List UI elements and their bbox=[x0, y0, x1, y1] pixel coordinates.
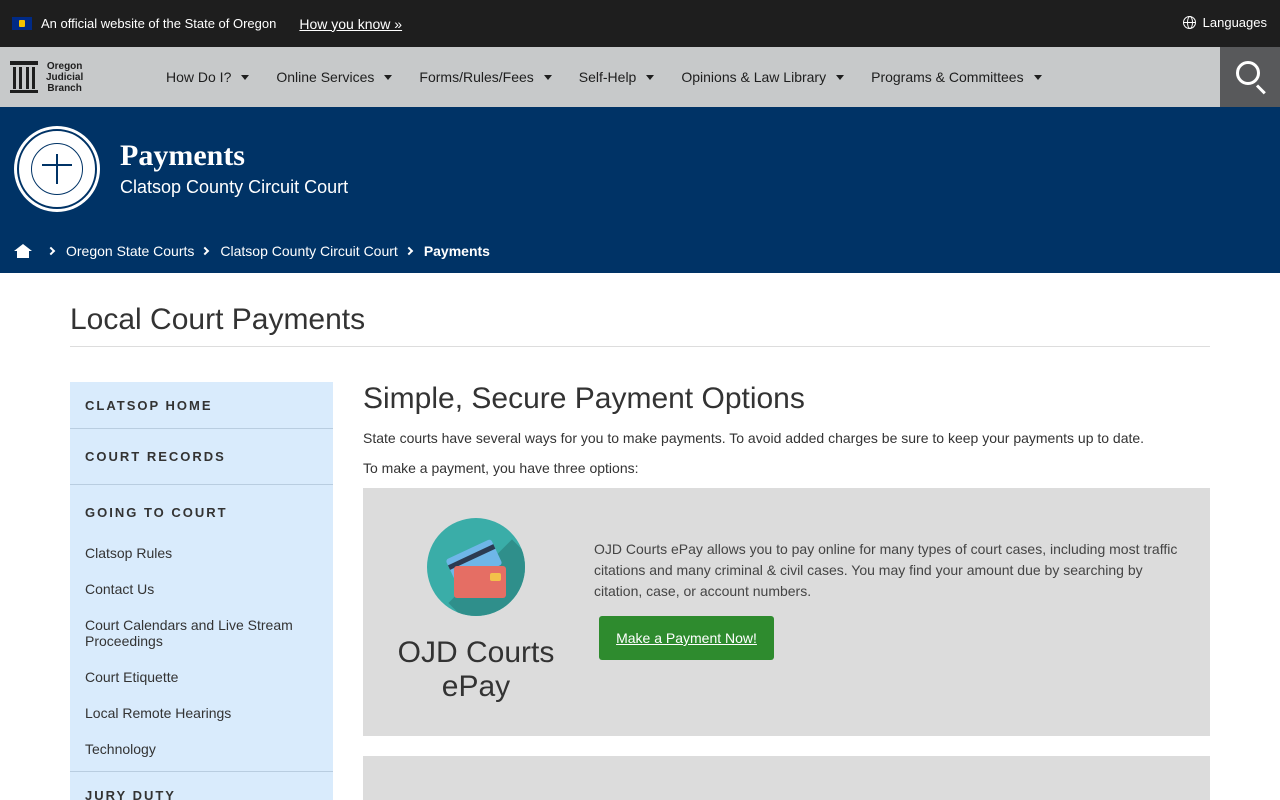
epay-description: OJD Courts ePay allows you to pay online… bbox=[594, 541, 1178, 599]
hero-subtitle: Clatsop County Circuit Court bbox=[120, 177, 349, 197]
main-navigation: Oregon Judicial Branch How Do I? Online … bbox=[0, 47, 1280, 107]
nav-opinions-law-library[interactable]: Opinions & Law Library bbox=[681, 69, 845, 85]
make-payment-button[interactable]: Make a Payment Now! bbox=[599, 616, 774, 660]
breadcrumb-oregon-state-courts[interactable]: Oregon State Courts bbox=[66, 243, 194, 259]
sidebar-link-technology[interactable]: Technology bbox=[70, 741, 333, 757]
epay-title: OJD Courts ePay bbox=[397, 636, 555, 703]
oregon-flag-icon bbox=[12, 17, 32, 30]
nav-forms-rules-fees[interactable]: Forms/Rules/Fees bbox=[419, 69, 552, 85]
sidebar-link-contact-us[interactable]: Contact Us bbox=[70, 581, 333, 597]
page-hero: Payments Clatsop County Circuit Court Or… bbox=[0, 107, 1280, 273]
page-title: Local Court Payments bbox=[70, 303, 366, 336]
judicial-department-seal-icon bbox=[14, 126, 100, 212]
search-icon bbox=[1236, 61, 1260, 85]
chevron-down-icon bbox=[543, 74, 552, 80]
chevron-right-icon bbox=[404, 246, 414, 256]
chevron-down-icon bbox=[646, 74, 655, 80]
title-divider bbox=[70, 346, 1210, 347]
chevron-down-icon bbox=[384, 74, 393, 80]
sidebar-link-court-calendars[interactable]: Court Calendars and Live Stream Proceedi… bbox=[70, 617, 300, 649]
nav-online-services[interactable]: Online Services bbox=[276, 69, 393, 85]
how-you-know-link[interactable]: How you know » bbox=[299, 16, 402, 32]
chevron-down-icon bbox=[1033, 74, 1042, 80]
second-option-card bbox=[363, 756, 1210, 800]
sidebar-nav: CLATSOP HOME COURT RECORDS GOING TO COUR… bbox=[70, 382, 333, 800]
chevron-right-icon bbox=[46, 246, 56, 256]
credit-card-icon bbox=[427, 518, 525, 616]
sidebar-link-court-etiquette[interactable]: Court Etiquette bbox=[70, 669, 333, 685]
sidebar-link-local-remote-hearings[interactable]: Local Remote Hearings bbox=[70, 705, 333, 721]
official-site-text: An official website of the State of Oreg… bbox=[41, 16, 277, 31]
ojb-logo-text: Oregon Judicial Branch bbox=[46, 60, 84, 94]
options-text: To make a payment, you have three option… bbox=[363, 460, 639, 476]
globe-icon bbox=[1182, 16, 1196, 29]
hero-title: Payments bbox=[120, 139, 245, 172]
languages-button[interactable]: Languages bbox=[1182, 15, 1267, 30]
sidebar-court-records[interactable]: COURT RECORDS bbox=[70, 449, 226, 464]
nav-menu: How Do I? Online Services Forms/Rules/Fe… bbox=[166, 69, 1069, 85]
breadcrumb: Oregon State Courts Clatsop County Circu… bbox=[14, 243, 490, 259]
chevron-right-icon bbox=[201, 246, 210, 256]
nav-self-help[interactable]: Self-Help bbox=[579, 69, 655, 85]
chevron-down-icon bbox=[836, 74, 845, 80]
sidebar-clatsop-home[interactable]: CLATSOP HOME bbox=[70, 398, 213, 413]
main-column: Simple, Secure Payment Options State cou… bbox=[363, 382, 1210, 476]
breadcrumb-payments: Payments bbox=[423, 243, 490, 259]
languages-label: Languages bbox=[1202, 15, 1267, 30]
search-button[interactable] bbox=[1220, 47, 1280, 107]
official-banner: An official website of the State of Oreg… bbox=[0, 0, 1280, 47]
ojb-logo-link[interactable]: Oregon Judicial Branch bbox=[10, 61, 150, 94]
sidebar-jury-duty[interactable]: JURY DUTY bbox=[70, 788, 176, 800]
nav-programs-committees[interactable]: Programs & Committees bbox=[871, 69, 1042, 85]
epay-option-card: OJD Courts ePay OJD Courts ePay allows y… bbox=[363, 488, 1210, 736]
nav-how-do-i[interactable]: How Do I? bbox=[166, 69, 250, 85]
sidebar-link-clatsop-rules[interactable]: Clatsop Rules bbox=[70, 545, 333, 561]
sidebar-going-to-court[interactable]: GOING TO COURT bbox=[70, 505, 228, 520]
breadcrumb-clatsop-circuit-court[interactable]: Clatsop County Circuit Court bbox=[220, 243, 397, 259]
home-icon[interactable] bbox=[14, 244, 32, 258]
intro-text: State courts have several ways for you t… bbox=[363, 430, 1145, 446]
courthouse-column-icon bbox=[10, 61, 38, 93]
section-heading: Simple, Secure Payment Options bbox=[363, 382, 805, 415]
chevron-down-icon bbox=[241, 74, 250, 80]
